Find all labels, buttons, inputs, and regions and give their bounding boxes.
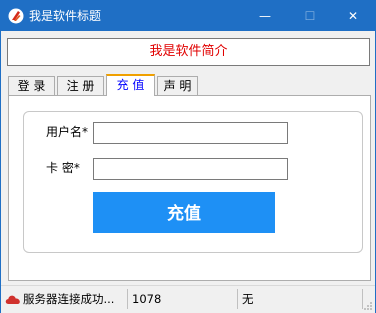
- cloud-icon: [5, 295, 20, 304]
- title-bar[interactable]: 我是软件标题 — ☐ ✕: [1, 1, 375, 31]
- status-divider: [127, 289, 128, 309]
- status-message: 服务器连接成功...: [23, 292, 115, 306]
- close-button[interactable]: ✕: [331, 1, 375, 31]
- username-label: 用户名*: [46, 125, 89, 139]
- status-bar: 服务器连接成功... 1078 无: [1, 285, 375, 313]
- tab-login[interactable]: 登 录: [8, 76, 55, 95]
- tab-register[interactable]: 注 册: [57, 76, 104, 95]
- recharge-button[interactable]: 充值: [93, 192, 275, 233]
- card-key-input[interactable]: [93, 158, 288, 180]
- resize-grip-icon[interactable]: [363, 301, 373, 311]
- status-count: 1078: [132, 292, 162, 306]
- tab-statement[interactable]: 声 明: [157, 76, 198, 95]
- username-input[interactable]: [93, 122, 288, 144]
- minimize-button[interactable]: —: [243, 1, 287, 31]
- maximize-button[interactable]: ☐: [288, 1, 332, 31]
- status-divider: [237, 289, 238, 309]
- status-extra: 无: [242, 292, 254, 306]
- card-key-label: 卡 密*: [46, 161, 80, 175]
- app-logo-icon: [8, 8, 24, 24]
- software-intro-banner: 我是软件简介: [7, 38, 370, 66]
- app-window: 我是软件标题 — ☐ ✕ 我是软件简介 登 录 注 册 充 值 声 明 用户名*…: [0, 0, 376, 313]
- tab-recharge[interactable]: 充 值: [106, 74, 155, 96]
- window-title: 我是软件标题: [29, 9, 102, 23]
